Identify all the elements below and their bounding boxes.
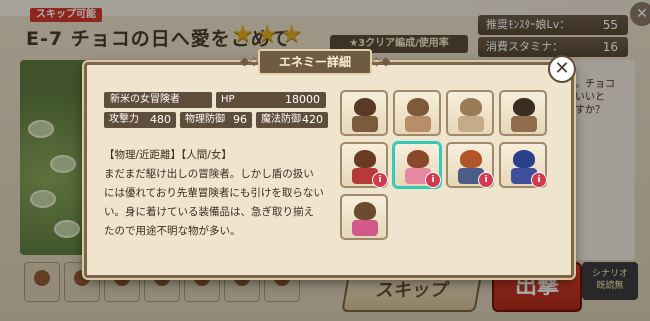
info-icon[interactable]: i	[478, 172, 494, 188]
portrait-head	[407, 150, 429, 168]
phys-def-label: 物理防御	[185, 114, 225, 125]
enemy-plant-portrait[interactable]	[340, 194, 388, 240]
enemy-brute-portrait[interactable]	[393, 90, 441, 136]
hp-row: HP 18000	[216, 92, 326, 108]
mag-def-cell: 魔法防御 420	[256, 112, 328, 128]
attack-cell: 攻撃力 480	[104, 112, 176, 128]
portrait-head	[513, 150, 535, 168]
modal-title: エネミー詳細	[258, 49, 372, 75]
portrait-body	[352, 116, 378, 132]
enemy-name: 新米の女冒険者	[104, 92, 212, 108]
enemy-grid: iiii	[340, 90, 550, 250]
close-icon[interactable]: ✕	[548, 55, 576, 83]
mag-def-label: 魔法防御	[261, 114, 301, 125]
desc-line: 【物理/近距離】【人間/女】	[104, 149, 232, 161]
hp-value: 18000	[285, 93, 320, 106]
desc-line: には優れており先輩冒険者にも引けを取らない	[104, 187, 324, 199]
phys-def-value: 96	[233, 113, 247, 126]
enemy-description: 【物理/近距離】【人間/女】 まだまだ駆け出しの冒険者。しかし盾の扱い には優れ…	[104, 146, 330, 241]
enemy-axeman-portrait[interactable]	[499, 90, 547, 136]
desc-line: い。身に着けている装備品は、急ぎ取り揃え	[104, 206, 314, 218]
enemy-armored-portrait[interactable]	[446, 90, 494, 136]
portrait-head	[354, 202, 376, 220]
info-icon[interactable]: i	[425, 172, 441, 188]
portrait-body	[352, 220, 378, 236]
portrait-head	[513, 98, 535, 116]
portrait-head	[354, 150, 376, 168]
portrait-body	[511, 116, 537, 132]
attack-value: 480	[150, 113, 171, 126]
info-icon[interactable]: i	[531, 172, 547, 188]
portrait-head	[460, 98, 482, 116]
portrait-body	[458, 116, 484, 132]
enemy-mage-portrait[interactable]: i	[499, 142, 547, 188]
portrait-body	[405, 116, 431, 132]
title-ornament-left: ◆◇	[240, 54, 259, 68]
desc-line: たので用途不明な物が多い。	[104, 225, 241, 237]
portrait-head	[460, 150, 482, 168]
phys-def-cell: 物理防御 96	[180, 112, 252, 128]
enemy-bandit-portrait[interactable]	[340, 90, 388, 136]
mag-def-value: 420	[302, 113, 323, 126]
portrait-head	[354, 98, 376, 116]
info-icon[interactable]: i	[372, 172, 388, 188]
hp-label: HP	[221, 94, 235, 105]
title-ornament-right: ◇◆	[372, 54, 391, 68]
attack-label: 攻撃力	[109, 114, 139, 125]
enemy-ogre-portrait[interactable]: i	[340, 142, 388, 188]
enemy-female-adventurer-portrait[interactable]: i	[393, 142, 441, 188]
enemy-swordsman-portrait[interactable]: i	[446, 142, 494, 188]
desc-line: まだまだ駆け出しの冒険者。しかし盾の扱い	[104, 168, 314, 180]
portrait-head	[407, 98, 429, 116]
